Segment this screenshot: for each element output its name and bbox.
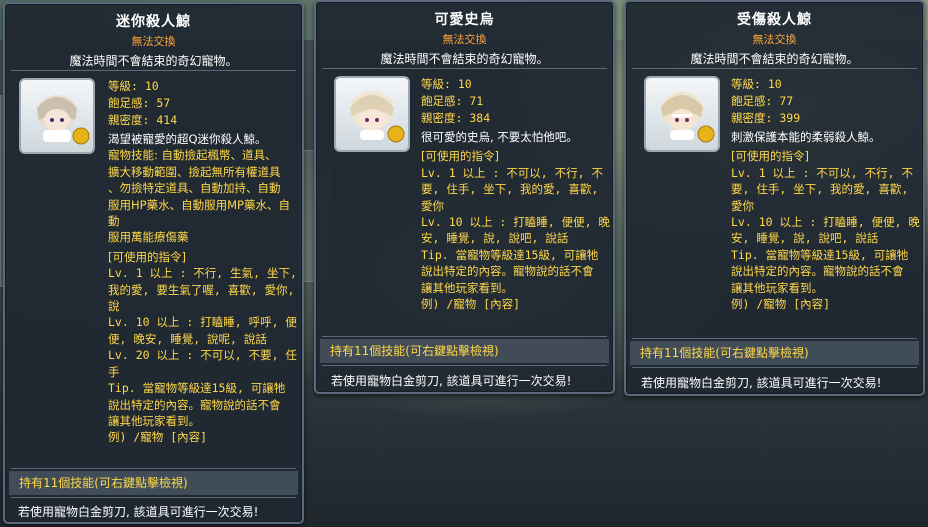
pet-tooltip-cute-shu: 可愛史烏 無法交換 魔法時間不會結束的奇幻寵物。 等級: 10 飽足感: 71 … — [314, 0, 615, 394]
pet-sprite-icon — [661, 92, 715, 143]
command-line: Lv. 1 以上 : 不可以, 不行, 不 — [731, 165, 914, 180]
pet-tooltip-injured-orca: 受傷殺人鯨 無法交換 魔法時間不會結束的奇幻寵物。 等級: 10 飽足感: 77… — [624, 0, 925, 396]
command-line: 愛你 — [731, 198, 754, 213]
divider — [11, 468, 296, 469]
trade-status: 無法交換 — [131, 35, 176, 48]
command-line: 例) /寵物 [內容] — [108, 430, 208, 445]
command-line: Tip. 當寵物等級達15級, 可讓牠 — [421, 247, 599, 262]
commands-list: Lv. 1 以上 : 不可以, 不行, 不 要, 住手, 坐下, 我的愛, 喜歡… — [421, 165, 611, 313]
command-line: 說出特定的內容。寵物說的話不會 — [421, 264, 594, 279]
divider — [11, 70, 296, 71]
pet-fullness: 飽足感: 71 — [421, 94, 484, 108]
skills-line: 、勿撿特定道具、自動加持、自動 — [108, 181, 281, 196]
pet-closeness: 親密度: 414 — [108, 113, 178, 127]
command-line: 安, 睡覺, 說, 說吧, 說話 — [421, 231, 569, 246]
pet-portrait — [334, 76, 410, 152]
pet-description: 魔法時間不會結束的奇幻寵物。 — [690, 52, 859, 66]
divider — [322, 365, 607, 366]
trade-status: 無法交換 — [752, 33, 797, 46]
commands-list: Lv. 1 以上 : 不行, 生氣, 坐下, 我的愛, 要生氣了喔, 喜歡, 愛… — [108, 265, 298, 445]
pet-skills-text: 寵物技能: 自動撿起楓幣、道具、 擴大移動範圍、撿起無所有權道具 、勿撿特定道具… — [108, 147, 298, 245]
command-line: 說出特定的內容。寵物說的話不會 — [731, 264, 904, 279]
trade-note: 若使用寵物白金剪刀, 該道具可進行一次交易! — [18, 505, 259, 519]
pet-portrait — [644, 76, 720, 152]
command-line: Tip. 當寵物等級達15級, 可讓牠 — [108, 381, 286, 396]
divider — [632, 367, 917, 368]
pet-tooltip-mini-orca: 迷你殺人鯨 無法交換 魔法時間不會結束的奇幻寵物。 等級: 10 飽足感: 57… — [3, 2, 304, 524]
skills-line: 服用萬能療傷藥 — [108, 230, 189, 245]
pet-name: 迷你殺人鯨 — [116, 14, 191, 30]
pet-closeness: 親密度: 384 — [421, 111, 491, 125]
pet-fullness: 飽足感: 77 — [731, 94, 794, 108]
divider — [11, 497, 296, 498]
command-line: Lv. 10 以上 : 打瞌睡, 呼呼, 便 — [108, 315, 297, 330]
pet-fullness: 飽足感: 57 — [108, 96, 171, 110]
pet-closeness: 親密度: 399 — [731, 111, 801, 125]
commands-header: [可使用的指令] — [731, 149, 809, 164]
command-line: Lv. 20 以上 : 不可以, 不要, 任 — [108, 348, 297, 363]
trade-note: 若使用寵物白金剪刀, 該道具可進行一次交易! — [331, 374, 572, 388]
command-line: 愛你 — [421, 198, 444, 213]
command-line: 便, 晚安, 睡覺, 說呢, 說話 — [108, 331, 267, 346]
command-line: 要, 住手, 坐下, 我的愛, 喜歡, — [421, 182, 599, 197]
pet-flavor-text: 刺激保護本能的柔弱殺人鯨。 — [731, 130, 881, 144]
command-line: 讓其他玩家看到。 — [421, 280, 513, 295]
command-line: Tip. 當寵物等級達15級, 可讓牠 — [731, 247, 909, 262]
command-line: Lv. 1 以上 : 不可以, 不行, 不 — [421, 165, 604, 180]
skills-count-bar[interactable]: 持有11個技能(可右鍵點擊檢視) — [320, 339, 609, 363]
trade-status: 無法交換 — [442, 33, 487, 46]
pet-flavor-text: 渴望被寵愛的超Q迷你殺人鯨。 — [108, 132, 267, 146]
command-line: Lv. 1 以上 : 不行, 生氣, 坐下, — [108, 266, 297, 281]
commands-list: Lv. 1 以上 : 不可以, 不行, 不 要, 住手, 坐下, 我的愛, 喜歡… — [731, 165, 921, 313]
command-line: 安, 睡覺, 說, 說吧, 說話 — [731, 231, 879, 246]
commands-header: [可使用的指令] — [421, 149, 499, 164]
command-line: 我的愛, 要生氣了喔, 喜歡, 愛你, — [108, 282, 295, 297]
trade-note: 若使用寵物白金剪刀, 該道具可進行一次交易! — [641, 376, 882, 390]
pet-sprite-icon — [350, 91, 405, 143]
commands-header: [可使用的指令] — [108, 249, 186, 264]
pet-sprite-icon — [37, 95, 90, 145]
divider — [632, 338, 917, 339]
divider — [322, 68, 607, 69]
command-line: 例) /寵物 [內容] — [421, 297, 521, 312]
command-line: 讓其他玩家看到。 — [108, 413, 200, 428]
command-line: Lv. 10 以上 : 打瞌睡, 便便, 晚 — [731, 215, 920, 230]
pet-portrait — [19, 78, 95, 154]
divider — [632, 68, 917, 69]
skills-line: 服用HP藥水、自動服用MP藥水、自動 — [108, 197, 290, 229]
command-line: 讓其他玩家看到。 — [731, 280, 823, 295]
skills-line: 寵物技能: 自動撿起楓幣、道具、 — [108, 148, 277, 163]
pet-description: 魔法時間不會結束的奇幻寵物。 — [69, 54, 238, 68]
skills-line: 擴大移動範圍、撿起無所有權道具 — [108, 164, 281, 179]
divider — [322, 336, 607, 337]
pet-level: 等級: 10 — [731, 77, 782, 91]
pet-description: 魔法時間不會結束的奇幻寵物。 — [380, 52, 549, 66]
command-line: 手 — [108, 364, 120, 379]
skills-count-bar[interactable]: 持有11個技能(可右鍵點擊檢視) — [630, 341, 919, 365]
command-line: 例) /寵物 [內容] — [731, 297, 831, 312]
pet-name: 受傷殺人鯨 — [737, 12, 812, 28]
command-line: 說出特定的內容。寵物說的話不會 — [108, 397, 281, 412]
command-line: 說 — [108, 299, 120, 314]
pet-level: 等級: 10 — [108, 79, 159, 93]
command-line: Lv. 10 以上 : 打瞌睡, 便便, 晚 — [421, 215, 610, 230]
skills-count-bar[interactable]: 持有11個技能(可右鍵點擊檢視) — [9, 471, 298, 495]
pet-flavor-text: 很可愛的史烏, 不要太怕他吧。 — [421, 130, 578, 144]
pet-name: 可愛史烏 — [434, 12, 495, 28]
command-line: 要, 住手, 坐下, 我的愛, 喜歡, — [731, 182, 909, 197]
pet-level: 等級: 10 — [421, 77, 472, 91]
